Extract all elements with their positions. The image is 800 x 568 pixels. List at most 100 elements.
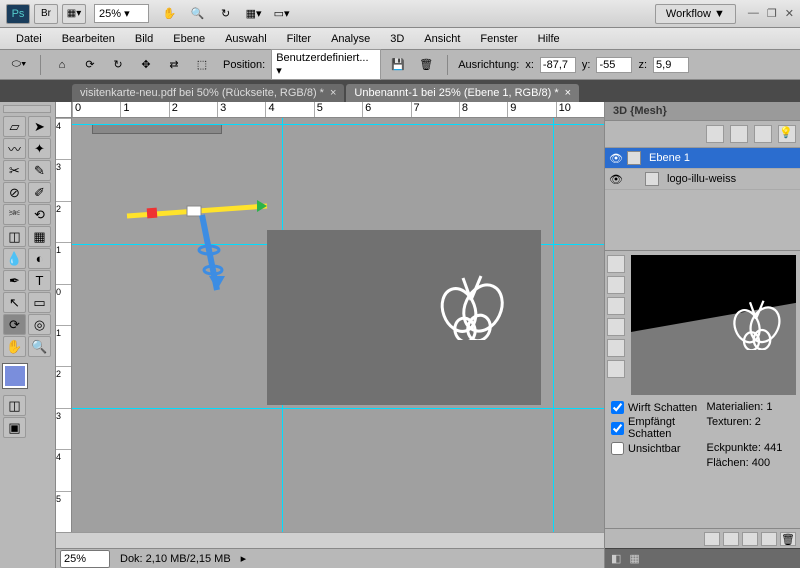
toolbox-grip[interactable] [3, 105, 51, 113]
hand-tool-icon[interactable]: ✋ [161, 5, 179, 23]
view-extras-icon[interactable]: ▦▾ [62, 4, 86, 24]
menu-auswahl[interactable]: Auswahl [215, 30, 277, 48]
screen-mode-icon[interactable]: ▭▾ [273, 5, 291, 23]
pv-scale-icon[interactable] [607, 360, 625, 378]
selection-tool[interactable]: ➤ [28, 116, 51, 137]
type-tool[interactable]: T [28, 270, 51, 291]
pf-icon-3[interactable] [742, 532, 758, 546]
menu-3d[interactable]: 3D [380, 30, 414, 48]
layer-row-logo[interactable]: 👁 logo-illu-weiss [605, 169, 800, 190]
guide-horizontal[interactable] [72, 124, 604, 125]
pf-delete-icon[interactable]: 🗑 [780, 532, 796, 546]
orbit-3d-icon[interactable]: ⟳ [79, 54, 101, 76]
menu-fenster[interactable]: Fenster [470, 30, 527, 48]
pf-icon-1[interactable] [704, 532, 720, 546]
bridge-icon[interactable]: Br [34, 4, 58, 24]
ruler-horizontal[interactable]: 0 1 2 3 4 5 6 7 8 9 10 [56, 102, 604, 118]
shape-tool[interactable]: ▭ [28, 292, 51, 313]
delete-icon[interactable]: 🗑 [415, 54, 437, 76]
3d-rotate-tool[interactable]: ⟳ [3, 314, 26, 335]
close-button[interactable]: ✕ [785, 7, 794, 20]
menu-filter[interactable]: Filter [277, 30, 321, 48]
pv-orbit-icon[interactable] [607, 276, 625, 294]
status-info-dropdown[interactable]: ▸ [241, 552, 247, 565]
menu-ebene[interactable]: Ebene [163, 30, 215, 48]
y-coord-input[interactable] [596, 57, 632, 73]
scale-3d-icon[interactable]: ⬚ [191, 54, 213, 76]
blur-tool[interactable]: 💧 [3, 248, 26, 269]
wirft-schatten-checkbox[interactable]: Wirft Schatten [611, 401, 699, 414]
menu-bearbeiten[interactable]: Bearbeiten [52, 30, 125, 48]
empfangt-schatten-checkbox[interactable]: Empfängt Schatten [611, 416, 699, 440]
quickmask-tool[interactable]: ◫ [3, 395, 26, 416]
scene-filter-icon[interactable] [706, 125, 724, 143]
pv-pan-icon[interactable] [607, 297, 625, 315]
menu-hilfe[interactable]: Hilfe [528, 30, 570, 48]
visibility-icon[interactable]: 👁 [609, 152, 623, 165]
save-icon[interactable]: 💾 [387, 54, 409, 76]
screenmode-tool[interactable]: ▣ [3, 417, 26, 438]
tab-1-close-icon[interactable]: × [330, 87, 336, 99]
menu-datei[interactable]: Datei [6, 30, 52, 48]
hand-tool[interactable]: ✋ [3, 336, 26, 357]
menu-bild[interactable]: Bild [125, 30, 163, 48]
rotate-tool-icon[interactable]: ↻ [217, 5, 235, 23]
3d-preview[interactable] [631, 255, 796, 395]
workspace-switcher[interactable]: Workflow ▼ [655, 4, 736, 24]
eyedropper-tool[interactable]: ✎ [28, 160, 51, 181]
pan-3d-icon[interactable]: ✥ [135, 54, 157, 76]
3d-orbit-tool[interactable]: ◎ [28, 314, 51, 335]
tab-2-close-icon[interactable]: × [565, 87, 571, 99]
maximize-button[interactable]: ❐ [767, 7, 777, 20]
dodge-tool[interactable]: ◐ [28, 248, 51, 269]
x-coord-input[interactable] [540, 57, 576, 73]
document-tab-2[interactable]: Unbenannt-1 bei 25% (Ebene 1, RGB/8) * × [346, 84, 579, 102]
roll-3d-icon[interactable]: ↻ [107, 54, 129, 76]
collapsed-panels-bar[interactable]: ◧ ▦ [605, 548, 800, 568]
status-zoom-input[interactable] [60, 550, 110, 568]
z-coord-input[interactable] [653, 57, 689, 73]
menu-analyse[interactable]: Analyse [321, 30, 380, 48]
path-tool[interactable]: ↖ [3, 292, 26, 313]
zoom-tool[interactable]: 🔍 [28, 336, 51, 357]
foreground-color[interactable] [3, 364, 27, 388]
light-filter-icon[interactable]: 💡 [778, 125, 796, 143]
eraser-tool[interactable]: ◫ [3, 226, 26, 247]
healing-tool[interactable]: ⊘ [3, 182, 26, 203]
position-select[interactable]: Benutzerdefiniert... ▾ [271, 49, 381, 80]
guide-horizontal[interactable] [72, 408, 604, 409]
ps-app-icon[interactable]: Ps [6, 4, 30, 24]
pf-icon-2[interactable] [723, 532, 739, 546]
tool-preset-icon[interactable]: ⬭▾ [8, 54, 30, 76]
panel-3d-tab[interactable]: 3D {Mesh} [605, 102, 800, 121]
material-filter-icon[interactable] [754, 125, 772, 143]
pf-new-icon[interactable] [761, 532, 777, 546]
lasso-tool[interactable]: 〰 [3, 138, 26, 159]
canvas-scrollbar-h[interactable] [56, 532, 604, 548]
pv-home-icon[interactable] [607, 255, 625, 273]
move-tool[interactable]: ▱ [3, 116, 26, 137]
canvas-control-strip[interactable] [92, 124, 222, 134]
pen-tool[interactable]: ✒ [3, 270, 26, 291]
arrange-icon[interactable]: ▦▾ [245, 5, 263, 23]
home-3d-icon[interactable]: ⌂ [51, 54, 73, 76]
menu-ansicht[interactable]: Ansicht [414, 30, 470, 48]
brush-tool[interactable]: ✐ [28, 182, 51, 203]
unsichtbar-checkbox[interactable]: Unsichtbar [611, 442, 699, 455]
pv-slide-icon[interactable] [607, 339, 625, 357]
visibility-icon[interactable]: 👁 [609, 173, 623, 186]
document-tab-1[interactable]: visitenkarte-neu.pdf bei 50% (Rückseite,… [72, 84, 344, 102]
minimize-button[interactable]: — [748, 7, 759, 20]
zoom-level-select[interactable]: 25% ▾ [94, 4, 149, 23]
magic-wand-tool[interactable]: ✦ [28, 138, 51, 159]
stamp-tool[interactable]: ⎃ [3, 204, 26, 225]
collapsed-panel-icon[interactable]: ◧ [611, 552, 621, 565]
collapsed-panel-icon[interactable]: ▦ [629, 552, 639, 565]
crop-tool[interactable]: ✂ [3, 160, 26, 181]
zoom-tool-icon[interactable]: 🔍 [189, 5, 207, 23]
slide-3d-icon[interactable]: ⇄ [163, 54, 185, 76]
gradient-tool[interactable]: ▦ [28, 226, 51, 247]
history-brush-tool[interactable]: ⟲ [28, 204, 51, 225]
canvas[interactable] [72, 118, 604, 532]
layer-row-ebene1[interactable]: 👁 Ebene 1 [605, 148, 800, 169]
